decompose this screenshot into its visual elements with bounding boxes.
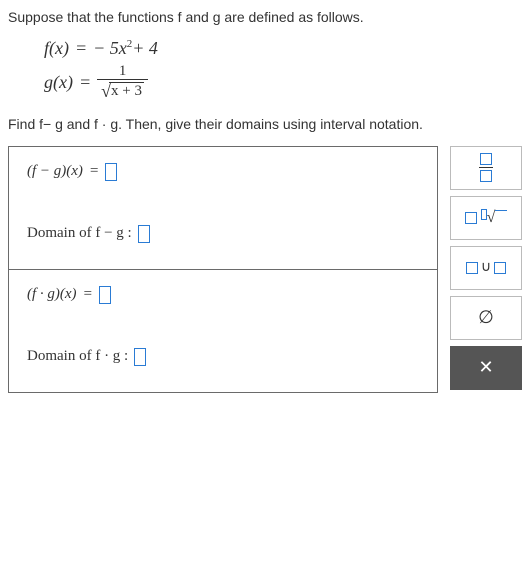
close-button[interactable]: ✕ — [450, 346, 522, 390]
domain-fdotg-label: Domain of f · g : — [27, 348, 128, 365]
g-lhs: g(x) — [44, 72, 73, 93]
domain-fminusg-label: Domain of f − g : — [27, 225, 132, 242]
g-fraction: 1 √x + 3 — [97, 63, 148, 102]
mixed-sqrt-button[interactable]: √ — [450, 196, 522, 240]
f-lhs: f(x) — [44, 38, 69, 59]
fdotg-label: (f · g)(x) — [27, 286, 77, 303]
empty-set-button[interactable]: ∅ — [450, 296, 522, 340]
intro-text: Suppose that the functions f and g are d… — [8, 9, 364, 25]
f-rhs: − 5x2+ 4 — [93, 38, 158, 59]
fminusg-input[interactable] — [105, 163, 117, 181]
domain-fminusg-input[interactable] — [138, 225, 150, 243]
close-icon: ✕ — [478, 357, 493, 378]
answer-box: (f − g)(x) = Domain of f − g : (f · g)(x… — [8, 146, 438, 393]
fraction-button[interactable] — [450, 146, 522, 190]
union-button[interactable]: ∪ — [450, 246, 522, 290]
domain-fdotg-input[interactable] — [134, 348, 146, 366]
function-definitions: f(x) = − 5x2+ 4 g(x) = 1 √x + 3 — [44, 38, 523, 102]
symbol-palette: √ ∪ ∅ ✕ — [450, 146, 522, 390]
fminusg-label: (f − g)(x) — [27, 163, 83, 180]
instruction-text: Find f− g and f · g. Then, give their do… — [8, 116, 423, 132]
fdotg-input[interactable] — [99, 286, 111, 304]
eq-sign: = — [75, 38, 87, 59]
eq-sign: = — [79, 72, 91, 93]
